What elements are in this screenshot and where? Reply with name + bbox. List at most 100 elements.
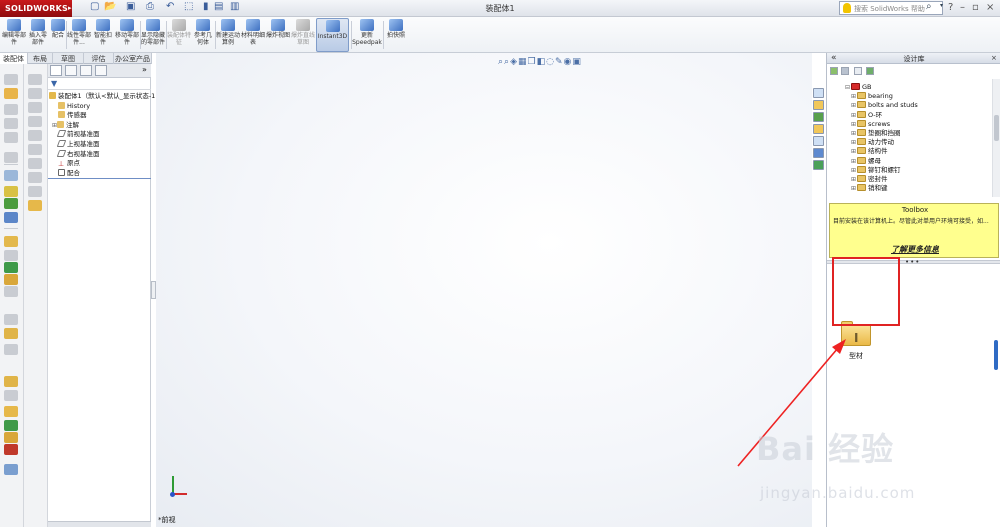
save-icon[interactable]: ▣	[126, 1, 135, 15]
feature-tree-tab-icon[interactable]	[50, 65, 62, 76]
edit-component-button[interactable]: 编辑零部件	[2, 18, 26, 52]
search-results-icon[interactable]	[813, 124, 824, 134]
select-icon[interactable]: ⬚	[184, 1, 193, 15]
graphics-area[interactable]	[156, 53, 812, 527]
hide-show-icon[interactable]: ◌	[546, 57, 555, 67]
tool-icon[interactable]	[4, 286, 18, 297]
tool-icon[interactable]	[4, 274, 18, 285]
tree-item-front-plane[interactable]: 前视基准面	[48, 130, 151, 140]
help-icon[interactable]: ?	[948, 2, 953, 13]
tree-item-bearing[interactable]: ⊞ bearing	[827, 92, 992, 101]
pin-icon[interactable]: ×	[991, 54, 997, 62]
solidworks-resources-icon[interactable]	[813, 88, 824, 98]
tool-icon[interactable]	[4, 104, 18, 115]
learn-more-link[interactable]: 了解更多信息	[830, 244, 1000, 255]
tab-sketch[interactable]: 草图	[53, 53, 84, 64]
tool-icon[interactable]	[4, 132, 18, 143]
view-palette-icon[interactable]	[813, 136, 824, 146]
tree-item-nuts[interactable]: ⊞ 螺母	[827, 156, 992, 166]
tree-item-bolts-and-studs[interactable]: ⊞ bolts and studs	[827, 101, 992, 110]
linear-pattern-button[interactable]: 线性零部件...	[67, 18, 91, 52]
tool-icon[interactable]	[4, 376, 18, 387]
tool-icon[interactable]	[4, 236, 18, 247]
explode-line-sketch-button[interactable]: 爆炸直线草图	[291, 18, 315, 52]
section-view-icon[interactable]: ▦	[518, 57, 528, 67]
tool-icon[interactable]	[28, 88, 42, 99]
solidworks-logo[interactable]: SOLIDWORKS ▸	[0, 0, 72, 17]
tree-item-washers[interactable]: ⊞ 垫圈和挡圈	[827, 128, 992, 138]
tool-icon[interactable]	[4, 74, 18, 85]
tool-icon[interactable]	[4, 250, 18, 261]
tree-item-right-plane[interactable]: 右视基准面	[48, 149, 151, 160]
view-settings-icon[interactable]: ▣	[572, 57, 582, 67]
new-motion-study-button[interactable]: 新建运动算例	[216, 18, 240, 52]
custom-properties-icon[interactable]	[813, 160, 824, 170]
tree-item-top-plane[interactable]: 上视基准面	[48, 139, 151, 150]
undo-icon[interactable]: ↶	[166, 1, 174, 15]
bill-of-materials-button[interactable]: 材料明细表	[241, 18, 265, 52]
tree-item-mates[interactable]: 配合	[48, 168, 151, 179]
new-document-icon[interactable]: ▢	[90, 1, 99, 15]
design-library-icon[interactable]	[813, 100, 824, 110]
scrollbar-thumb[interactable]	[994, 115, 999, 141]
reference-geometry-button[interactable]: 参考几何体	[192, 18, 214, 52]
tab-evaluate[interactable]: 评估	[84, 53, 114, 64]
mate-button[interactable]: 配合	[50, 18, 66, 52]
tool-icon[interactable]	[4, 212, 18, 223]
take-snapshot-button[interactable]: 拍快照	[385, 18, 407, 52]
rollback-bar[interactable]	[48, 178, 151, 179]
tool-icon[interactable]	[4, 314, 18, 325]
tree-scrollbar[interactable]	[992, 79, 1000, 197]
tool-icon[interactable]	[4, 328, 18, 339]
show-hidden-components-button[interactable]: 显示隐藏的零部件	[141, 18, 165, 52]
move-component-button[interactable]: 移动零部件	[115, 18, 139, 52]
search-dropdown-icon[interactable]: ▾	[940, 2, 943, 9]
tree-item-seals[interactable]: ⊞ 密封件	[827, 174, 992, 184]
tool-icon[interactable]	[28, 74, 42, 85]
tool-icon[interactable]	[28, 200, 42, 211]
tab-office-products[interactable]: 办公室产品	[114, 53, 152, 64]
refresh-icon[interactable]	[866, 67, 874, 75]
close-icon[interactable]: ×	[986, 2, 994, 13]
tree-item-gb[interactable]: ⊟ GB	[827, 83, 992, 92]
display-style-icon[interactable]: ◧	[537, 57, 547, 67]
minimize-icon[interactable]: –	[960, 2, 965, 13]
splitter-grip-icon[interactable]: •••	[905, 258, 920, 266]
exploded-view-button[interactable]: 爆炸视图	[266, 18, 290, 52]
logo-dropdown-icon[interactable]: ▸	[68, 4, 72, 12]
tab-assembly[interactable]: 装配体	[0, 53, 28, 64]
tool-icon[interactable]	[4, 344, 18, 355]
tool-icon[interactable]	[4, 198, 18, 209]
tree-item-screws[interactable]: ⊞ screws	[827, 119, 992, 129]
filter-icon[interactable]: ▼	[51, 79, 57, 88]
tool-icon[interactable]	[4, 186, 18, 197]
tree-item-history[interactable]: History	[48, 101, 151, 112]
tool-icon[interactable]	[28, 144, 42, 155]
smart-fasteners-button[interactable]: 智能扣件	[92, 18, 114, 52]
tree-item-o-ring[interactable]: ⊞ O-环	[827, 110, 992, 120]
tool-icon[interactable]	[28, 102, 42, 113]
file-explorer-icon[interactable]	[813, 112, 824, 122]
tree-item-rivets[interactable]: ⊞ 铆钉和螺钉	[827, 165, 992, 175]
instant3d-button[interactable]: Instant3D	[316, 18, 349, 52]
tool-icon[interactable]	[4, 464, 18, 475]
restore-icon[interactable]: ▫	[972, 2, 979, 13]
tree-item-structural-members[interactable]: ⊞ 结构件	[827, 147, 992, 156]
view-orientation-icon[interactable]: ❒	[528, 57, 537, 67]
appearances-icon[interactable]	[813, 148, 824, 158]
assembly-features-button[interactable]: 装配体特征	[167, 18, 191, 52]
insert-component-button[interactable]: 插入零部件	[27, 18, 49, 52]
tree-filter[interactable]: ▼	[48, 79, 151, 90]
file-properties-icon[interactable]: ▥	[230, 1, 239, 15]
tool-icon[interactable]	[4, 88, 18, 99]
slider-indicator[interactable]	[994, 340, 998, 370]
property-manager-tab-icon[interactable]	[65, 65, 77, 76]
tool-icon[interactable]	[28, 116, 42, 127]
options-icon[interactable]: ▤	[214, 1, 223, 15]
tool-icon[interactable]	[4, 170, 18, 181]
tree-item-annotations[interactable]: ⊞ 注解	[48, 120, 151, 131]
tool-icon[interactable]	[4, 152, 18, 163]
previous-view-icon[interactable]: ◈	[510, 57, 518, 67]
rebuild-icon[interactable]: ▮	[203, 1, 209, 15]
tree-item-origin[interactable]: ⊥ 原点	[48, 159, 151, 169]
